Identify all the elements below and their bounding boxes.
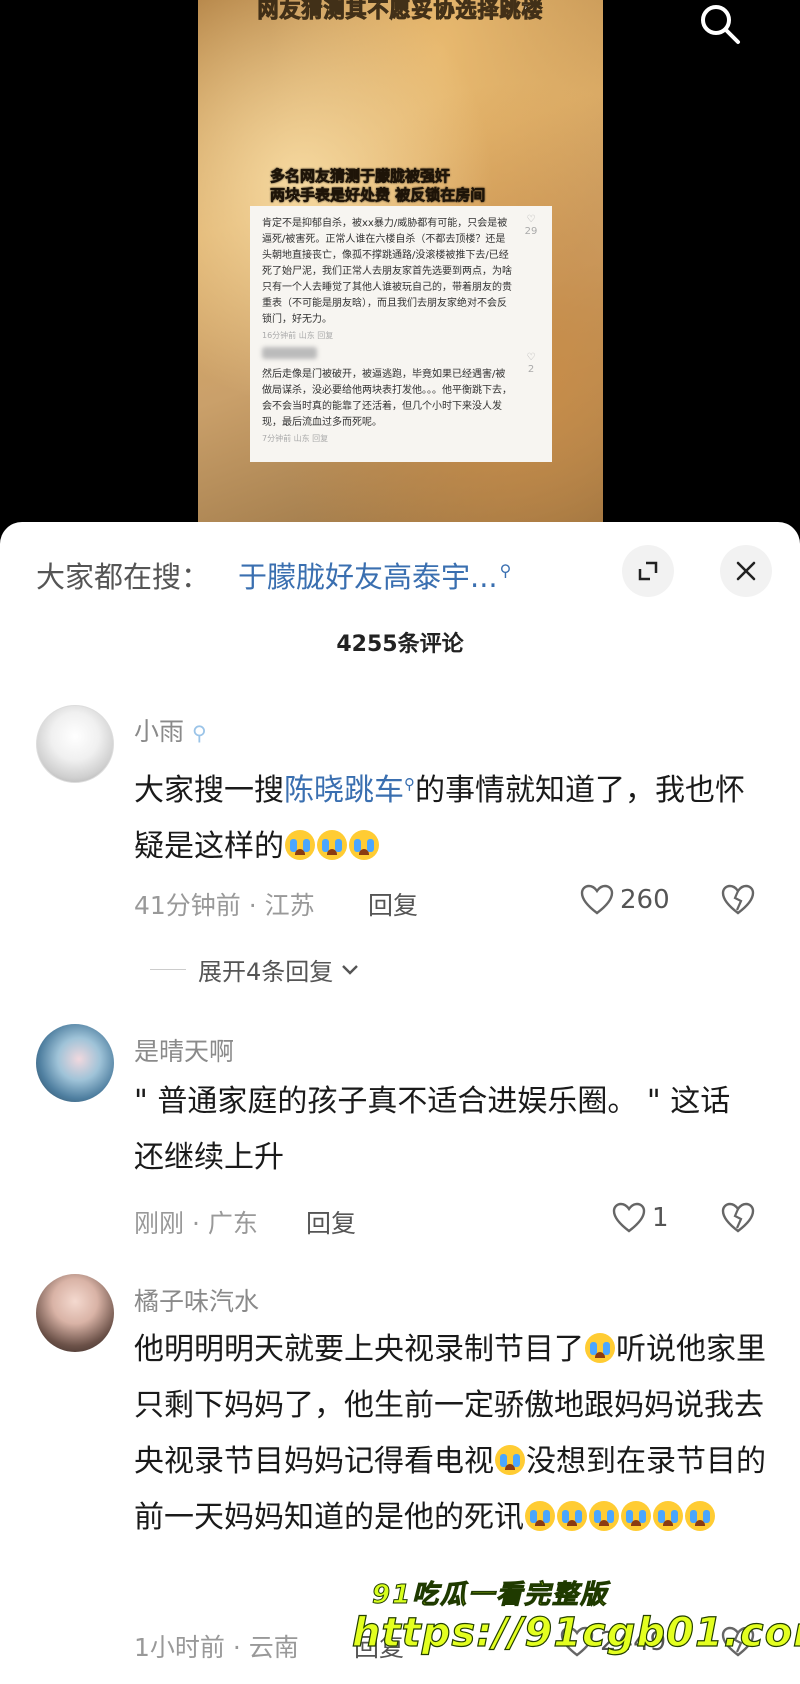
crying-emoji: [589, 1501, 619, 1531]
expand-replies-button[interactable]: 展开4条回复: [150, 952, 361, 987]
avatar[interactable]: [36, 1274, 114, 1352]
reply-button[interactable]: 回复: [306, 1204, 356, 1240]
badge-icon: ⚲: [191, 721, 207, 745]
comment-username[interactable]: 橘子味汽水: [134, 1282, 259, 1318]
reply-button[interactable]: 回复: [368, 886, 418, 922]
expand-button[interactable]: [622, 545, 674, 597]
crying-emoji: [285, 830, 315, 860]
dislike-icon: [721, 884, 755, 915]
blurred-username: [262, 347, 317, 359]
like-count: 1: [652, 1203, 669, 1233]
crying-emoji: [495, 1445, 525, 1475]
dislike-button[interactable]: [720, 884, 756, 920]
overlay-line-1: 多名网友猜测于朦胧被强奸: [270, 167, 451, 186]
comment-count: 4255条评论: [336, 632, 464, 657]
comment-text-part: 他明明明天就要上央视录制节目了: [134, 1332, 584, 1367]
inner-like-count: 2: [527, 364, 535, 375]
username-text[interactable]: 小雨: [134, 717, 184, 746]
comment-text: 他明明明天就要上央视录制节目了 听说他家里只剩下妈妈了，他生前一定骄傲地跟妈妈说我…: [134, 1322, 774, 1546]
comment-search-link[interactable]: 陈晓跳车⚲: [284, 773, 415, 808]
inner-heart-icon: ♡ 2: [526, 352, 536, 375]
crying-emoji: [317, 830, 347, 860]
inner-like-count: 29: [524, 226, 538, 237]
video-overlay-text: 多名网友猜测于朦胧被强奸 两块手表是好处费 被反锁在房间: [270, 167, 530, 205]
dislike-button[interactable]: [720, 1202, 756, 1238]
comment-meta: 刚刚 · 广东: [134, 1209, 258, 1238]
inner-comment-1: 肯定不是抑郁自杀，被xx暴力/威胁都有可能，只会是被逼死/被害死。正常人谁在六楼…: [262, 218, 512, 325]
comment-text-part: 大家搜一搜: [134, 773, 284, 808]
search-suggest-icon: ⚲: [404, 775, 415, 793]
comment-meta: 1小时前 · 云南: [134, 1633, 299, 1662]
expand-replies-label[interactable]: 展开4条回复: [198, 952, 333, 987]
comment-username[interactable]: 是晴天啊: [134, 1032, 234, 1068]
search-suggest-icon: ⚲: [499, 561, 512, 581]
inner-comment-2: 然后走像是门被破开，被逼逃跑，毕竟如果已经遇害/被做局谋杀，没必要给他两块表打发…: [262, 369, 512, 428]
inner-heart-icon: ♡ 29: [524, 214, 538, 237]
crying-emoji: [653, 1501, 683, 1531]
watermark-text: 91吃瓜一看完整版: [371, 1580, 609, 1611]
trending-search-link[interactable]: 于朦胧好友高泰宇... ⚲: [238, 554, 511, 596]
close-button[interactable]: [720, 545, 772, 597]
like-button[interactable]: 260: [580, 884, 670, 916]
crying-emoji: [621, 1501, 651, 1531]
comment-text: 大家搜一搜陈晓跳车⚲的事情就知道了，我也怀疑是这样的: [134, 756, 774, 875]
like-button[interactable]: 1: [612, 1202, 669, 1234]
crying-emoji: [685, 1501, 715, 1531]
comment-sheet: 大家都在搜： 于朦胧好友高泰宇... ⚲ 4255条评论 小雨 ⚲ 大家搜一搜陈晓…: [0, 522, 800, 1684]
video-player[interactable]: 网友猜测其不愿妥协选择跳楼 多名网友猜测于朦胧被强奸 两块手表是好处费 被反锁在…: [0, 0, 800, 530]
comment-meta: 41分钟前 · 江苏: [134, 891, 315, 920]
inner-meta-2: 7分钟前 山东 回复: [262, 434, 329, 443]
close-icon: [736, 561, 756, 581]
crying-emoji: [349, 830, 379, 860]
expand-icon: [638, 561, 658, 581]
link-text[interactable]: 陈晓跳车: [284, 773, 404, 808]
crying-emoji: [557, 1501, 587, 1531]
divider-line: [150, 969, 186, 970]
embedded-comment-screenshot: ♡ 29 肯定不是抑郁自杀，被xx暴力/威胁都有可能，只会是被逼死/被害死。正常人…: [250, 206, 552, 462]
avatar[interactable]: [36, 705, 114, 783]
chevron-down-icon: [342, 964, 359, 975]
search-icon[interactable]: [692, 0, 748, 50]
video-caption: 网友猜测其不愿妥协选择跳楼: [257, 0, 544, 23]
video-frame[interactable]: 网友猜测其不愿妥协选择跳楼 多名网友猜测于朦胧被强奸 两块手表是好处费 被反锁在…: [198, 0, 603, 530]
trending-label: 大家都在搜：: [36, 560, 211, 594]
inner-meta-1: 16分钟前 山东 回复: [262, 331, 334, 340]
comment-text: " 普通家庭的孩子真不适合进娱乐圈。 " 这话还继续上升: [134, 1084, 731, 1175]
sheet-header: 大家都在搜： 于朦胧好友高泰宇... ⚲ 4255条评论: [0, 522, 800, 657]
overlay-line-2: 两块手表是好处费 被反锁在房间: [270, 186, 486, 205]
like-count: 260: [620, 885, 670, 915]
dislike-icon: [721, 1202, 755, 1233]
avatar[interactable]: [36, 1024, 114, 1102]
trending-link-text[interactable]: 于朦胧好友高泰宇...: [238, 560, 498, 594]
watermark-url: https://91cgb01.com: [351, 1609, 800, 1656]
comment-username[interactable]: 小雨 ⚲: [134, 712, 207, 748]
heart-icon: [612, 1202, 646, 1233]
heart-icon: [580, 884, 614, 915]
crying-emoji: [585, 1333, 615, 1363]
crying-emoji: [525, 1501, 555, 1531]
